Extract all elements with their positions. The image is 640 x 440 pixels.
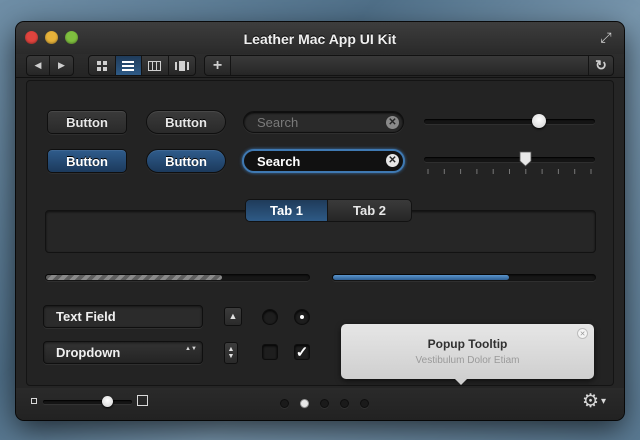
striped-progress-bar: [45, 274, 310, 281]
checkbox-checked[interactable]: ✓: [294, 344, 310, 361]
view-columns-button[interactable]: [142, 56, 169, 75]
tooltip-subtitle: Vestibulum Dolor Etiam: [415, 355, 520, 366]
slider-knob[interactable]: [531, 114, 546, 128]
search-clear-icon[interactable]: ✕: [386, 116, 399, 129]
gear-menu-arrow-icon: ▾: [601, 396, 607, 407]
slider-track[interactable]: [424, 119, 595, 124]
columns-icon: [148, 60, 162, 71]
page-dot[interactable]: [280, 399, 289, 408]
slider-knob-arrow: [519, 151, 532, 167]
button-normal[interactable]: Button: [47, 110, 127, 134]
reload-icon[interactable]: ↻: [589, 56, 613, 75]
radio-dot: [300, 315, 304, 319]
blue-progress-fill: [333, 275, 509, 280]
dropdown[interactable]: Dropdown: [43, 341, 203, 364]
add-icon[interactable]: +: [205, 56, 231, 75]
search-input-inactive[interactable]: Search: [243, 111, 404, 133]
view-grid-button[interactable]: [89, 56, 116, 75]
tab-2[interactable]: Tab 2: [328, 200, 411, 221]
view-mode-control: [88, 55, 196, 76]
page-dot[interactable]: [360, 399, 369, 408]
blue-progress-bar: [332, 274, 596, 281]
zoom-slider-knob[interactable]: [102, 396, 114, 407]
popup-tooltip: Popup Tooltip Vestibulum Dolor Etiam ✕: [341, 324, 594, 379]
tick-slider-track[interactable]: [424, 157, 595, 162]
forward-button[interactable]: ▶: [50, 56, 73, 75]
page-dot[interactable]: [340, 399, 349, 408]
tab-bar: Tab 1 Tab 2: [245, 199, 412, 222]
button-rounded[interactable]: Button: [146, 110, 226, 134]
search-clear-icon-focused[interactable]: ✕: [386, 154, 399, 167]
page-dot[interactable]: [320, 399, 329, 408]
view-list-button[interactable]: [115, 56, 142, 75]
gear-icon[interactable]: ⚙: [582, 391, 602, 413]
back-button[interactable]: ◀: [27, 56, 51, 75]
button-blue-rounded[interactable]: Button: [146, 149, 226, 173]
radio-unselected[interactable]: [262, 309, 278, 325]
dropdown-arrow-icon: ▲▼: [185, 346, 197, 352]
search-input-focused[interactable]: Search: [242, 149, 405, 173]
app-window: Leather Mac App UI Kit ⤢ ◀ ▶ + ↻ Button …: [16, 22, 624, 420]
list-icon: [122, 60, 135, 71]
zoom-slider-track[interactable]: [43, 400, 132, 404]
title-bar: Leather Mac App UI Kit ⤢: [16, 22, 624, 54]
view-coverflow-button[interactable]: [169, 56, 195, 75]
checkbox-unchecked[interactable]: [262, 344, 278, 360]
zoom-in-icon[interactable]: [137, 395, 148, 406]
zoom-out-icon[interactable]: [31, 398, 37, 404]
slider-ticks: [427, 169, 592, 174]
fullscreen-icon[interactable]: ⤢: [598, 29, 614, 45]
button-blue[interactable]: Button: [47, 149, 127, 173]
tick-slider-knob[interactable]: [519, 151, 532, 167]
striped-progress-fill: [46, 275, 223, 280]
address-bar: + ↻: [204, 55, 614, 76]
page-dot[interactable]: [300, 399, 309, 408]
back-forward-control: ◀ ▶: [26, 55, 74, 76]
grid-icon: [96, 60, 107, 71]
tab-1[interactable]: Tab 1: [246, 200, 329, 221]
tooltip-title: Popup Tooltip: [427, 337, 508, 351]
coverflow-icon: [174, 60, 189, 71]
up-arrow-button[interactable]: ▲: [224, 307, 242, 326]
address-input[interactable]: [231, 56, 589, 75]
tooltip-close-icon[interactable]: ✕: [577, 328, 588, 339]
window-title: Leather Mac App UI Kit: [243, 31, 397, 47]
text-field[interactable]: Text Field: [43, 305, 203, 328]
radio-selected[interactable]: [294, 309, 310, 325]
tooltip-arrow: [454, 378, 468, 385]
stepper[interactable]: ▲▼: [224, 342, 238, 364]
